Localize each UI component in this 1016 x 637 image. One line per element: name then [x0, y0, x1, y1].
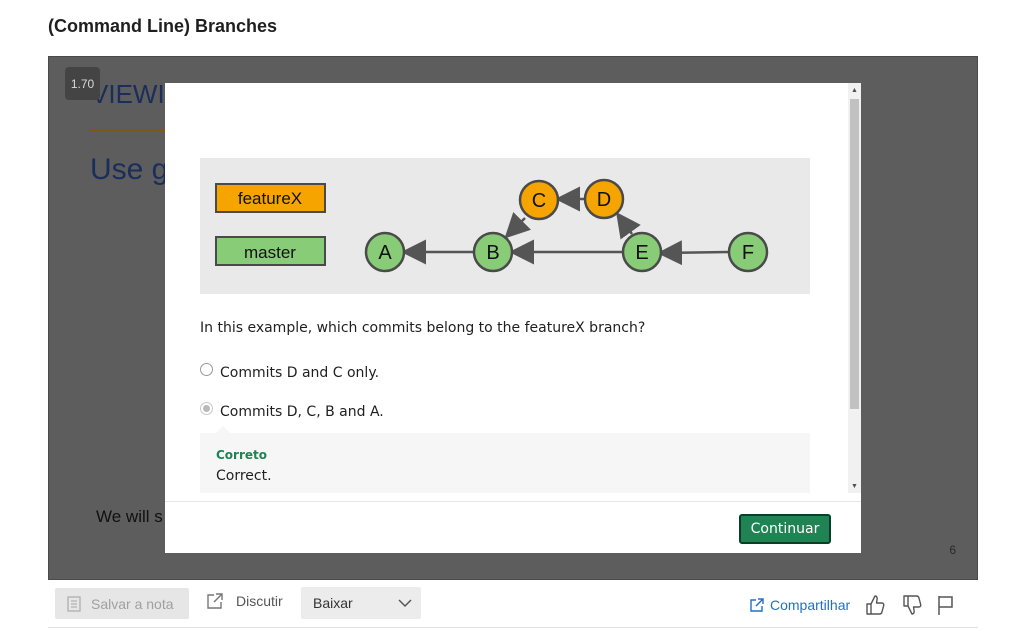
commit-f-label: F	[742, 242, 754, 264]
quiz-body: featureX master A B C D E F In this exam…	[165, 83, 848, 493]
slide-footer-text: We will s	[96, 507, 163, 526]
download-select[interactable]: Baixar	[301, 587, 421, 619]
feedback-title: Correto	[216, 448, 268, 462]
flag-icon[interactable]	[936, 594, 956, 616]
answer-feedback: Correto Correct.	[200, 426, 810, 493]
branch-label-master: master	[244, 243, 296, 262]
scroll-thumb[interactable]	[850, 99, 859, 409]
commit-e-label: E	[635, 242, 648, 264]
modal-scrollbar[interactable]: ▲ ▼	[848, 83, 861, 493]
answer-option-2-label: Commits D, C, B and A.	[220, 404, 384, 420]
slide-number: 6	[949, 543, 956, 557]
external-link-icon	[207, 593, 223, 609]
answer-option-1[interactable]: Commits D and C only.	[200, 362, 380, 381]
commit-a-label: A	[378, 242, 392, 264]
thumbs-up-icon[interactable]	[864, 594, 886, 616]
branch-label-featurex: featureX	[238, 189, 302, 208]
commit-c-label: C	[532, 190, 546, 212]
continue-button[interactable]: Continuar	[739, 514, 831, 544]
feedback-text: Correct.	[216, 468, 272, 484]
answer-option-1-label: Commits D and C only.	[220, 365, 380, 381]
page-title: (Command Line) Branches	[48, 16, 278, 36]
branch-diagram: featureX master A B C D E F	[200, 158, 810, 294]
commit-b-label: B	[486, 242, 499, 264]
feedback-notch	[216, 426, 230, 433]
commit-d-label: D	[597, 189, 611, 211]
slide-text: Use g	[90, 153, 169, 186]
share-icon	[750, 598, 764, 612]
scroll-down-icon[interactable]: ▼	[848, 479, 861, 493]
branch-diagram-svg: featureX master A B C D E F	[215, 178, 769, 273]
save-note-label: Salvar a nota	[91, 595, 174, 612]
arrow-c-to-b	[504, 212, 531, 239]
share-link[interactable]: Compartilhar	[750, 597, 850, 613]
discuss-button[interactable]: Discutir	[206, 592, 283, 610]
discuss-label: Discutir	[236, 593, 283, 609]
download-label: Baixar	[313, 595, 353, 611]
save-note-button[interactable]: Salvar a nota	[55, 588, 189, 619]
scroll-up-icon[interactable]: ▲	[848, 83, 861, 97]
question-text: In this example, which commits belong to…	[200, 320, 646, 336]
lecture-toolbar: Salvar a nota Discutir Baixar Compartilh…	[48, 586, 978, 628]
share-label: Compartilhar	[770, 597, 851, 613]
modal-footer: Continuar	[165, 501, 861, 553]
arrow-f-to-e	[657, 240, 729, 266]
note-icon	[67, 595, 81, 612]
chevron-down-icon	[398, 599, 412, 608]
answer-option-2[interactable]: Commits D, C, B and A.	[200, 401, 384, 420]
answer-radio-1[interactable]	[200, 362, 213, 376]
playback-speed-badge[interactable]: 1.70	[65, 67, 100, 100]
arrow-e-to-d	[616, 211, 641, 240]
quiz-modal: featureX master A B C D E F In this exam…	[165, 83, 861, 553]
thumbs-down-icon[interactable]	[901, 594, 923, 616]
answer-radio-2[interactable]	[200, 401, 213, 415]
